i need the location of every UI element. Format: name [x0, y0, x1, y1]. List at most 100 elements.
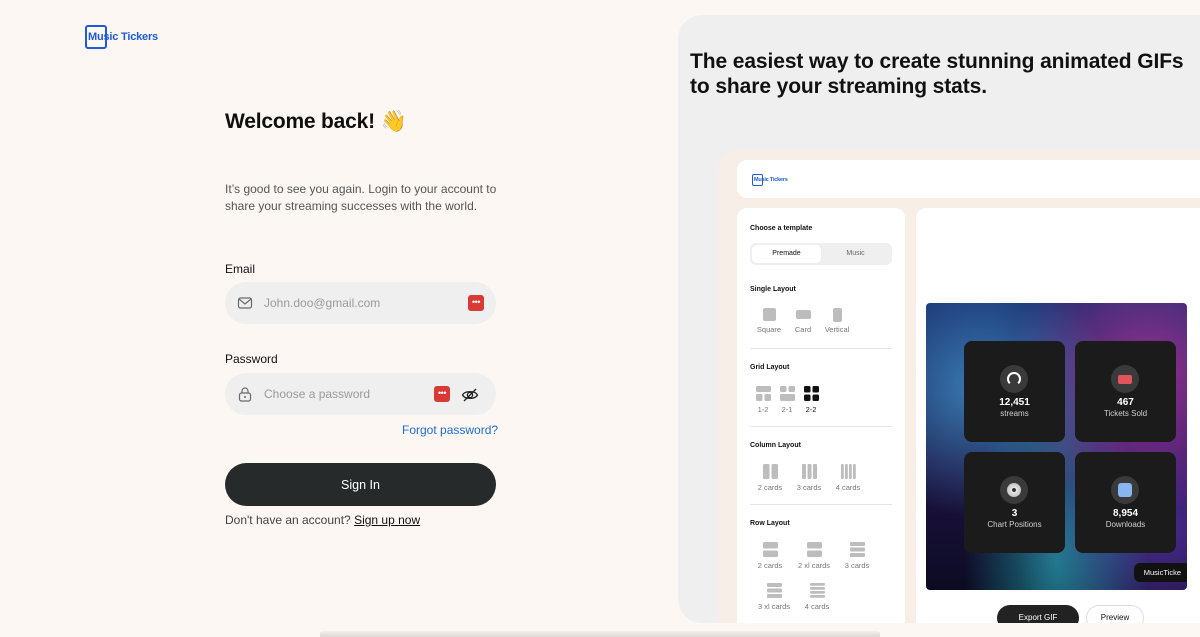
mockup-logo: Music Tickers	[752, 174, 792, 186]
stat-value: 467	[1117, 397, 1134, 408]
divider	[750, 348, 892, 349]
no-account-text: Don't have an account?	[225, 513, 351, 527]
stat-caption: Downloads	[1105, 520, 1146, 529]
option-label: 2-2	[805, 405, 817, 414]
option-label: 3 xl cards	[757, 602, 791, 611]
column-layout-heading: Column Layout	[750, 442, 801, 449]
option-label: 4 cards	[804, 602, 830, 611]
grid-layout-heading: Grid Layout	[750, 364, 790, 371]
bottom-edge-shadow	[320, 631, 880, 637]
stat-caption: streams	[1000, 409, 1029, 418]
disc-icon	[1000, 476, 1028, 504]
app-preview-mockup: Music Tickers Choose a template Premade …	[719, 150, 1200, 623]
option-label: 3 cards	[844, 561, 870, 570]
eye-off-icon[interactable]	[461, 386, 479, 404]
rows-4-icon	[809, 583, 825, 598]
layout-option-2-columns[interactable]: 2 cards	[754, 464, 786, 492]
row-layout-heading: Row Layout	[750, 520, 790, 527]
option-label: 1-2	[757, 405, 769, 414]
columns-4-icon	[840, 464, 856, 479]
promo-panel: The easiest way to create stunning anima…	[678, 15, 1200, 623]
promo-tagline: The easiest way to create stunning anima…	[690, 50, 1184, 98]
layout-option-3-xl-rows[interactable]: 3 xl cards	[754, 583, 794, 611]
password-label: Password	[225, 352, 278, 366]
stat-card-tickets: 467 Tickets Sold	[1075, 341, 1176, 442]
concert-background-image: 12,451 streams 467 Tickets Sold 3 Chart …	[926, 303, 1187, 590]
option-label: 2 cards	[757, 483, 783, 492]
rows-2-xl-icon	[806, 542, 822, 557]
preview-button[interactable]: Preview	[1086, 605, 1144, 623]
rows-3-icon	[849, 542, 865, 557]
rows-2-icon	[762, 542, 778, 557]
vertical-shape-icon	[832, 308, 842, 322]
stat-value: 3	[1011, 508, 1018, 519]
grid-2-2-icon	[803, 386, 819, 401]
card-shape-icon	[795, 310, 811, 319]
layout-option-vertical[interactable]: Vertical	[820, 308, 854, 334]
login-subtitle: It’s good to see you again. Login to you…	[225, 182, 497, 213]
option-label: 2 cards	[757, 561, 783, 570]
email-label: Email	[225, 262, 256, 276]
password-field-wrapper: •••	[225, 373, 496, 415]
divider	[750, 426, 892, 427]
option-label: 3 cards	[796, 483, 822, 492]
square-shape-icon	[762, 308, 776, 321]
tab-premade[interactable]: Premade	[752, 245, 821, 263]
columns-2-icon	[762, 464, 778, 479]
password-manager-icon[interactable]: •••	[434, 386, 450, 402]
layout-option-4-rows[interactable]: 4 cards	[801, 583, 833, 611]
template-tabs: Premade Music	[750, 243, 892, 265]
rows-3-xl-icon	[766, 583, 782, 598]
option-label: Vertical	[824, 325, 850, 334]
sign-in-button[interactable]: Sign In	[225, 463, 496, 506]
forgot-password-link[interactable]: Forgot password?	[402, 423, 498, 437]
stat-card-downloads: 8,954 Downloads	[1075, 452, 1176, 553]
gif-preview-pane: 12,451 streams 467 Tickets Sold 3 Chart …	[916, 208, 1200, 623]
watermark: MusicTicke	[1133, 563, 1187, 582]
download-icon	[1111, 476, 1139, 504]
mockup-logo-text: Music Tickers	[754, 177, 788, 183]
stat-caption: Chart Positions	[987, 520, 1042, 529]
layout-option-2-rows[interactable]: 2 cards	[754, 542, 786, 570]
brand-logo[interactable]: Music Tickers	[85, 25, 165, 49]
option-label: Card	[794, 325, 812, 334]
stat-card-chart-positions: 3 Chart Positions	[964, 452, 1065, 553]
option-label: 2 xl cards	[797, 561, 831, 570]
sign-up-link[interactable]: Sign up now	[354, 513, 420, 527]
layout-option-3-rows[interactable]: 3 cards	[841, 542, 873, 570]
stat-card-streams: 12,451 streams	[964, 341, 1065, 442]
grid-1-2-icon	[755, 386, 771, 401]
password-field[interactable]	[264, 373, 454, 415]
password-manager-icon[interactable]: •••	[468, 295, 484, 311]
template-sidebar: Choose a template Premade Music Single L…	[737, 208, 905, 623]
page-title: Welcome back! 👋	[225, 110, 407, 133]
logo-text: Music Tickers	[88, 31, 158, 43]
single-layout-heading: Single Layout	[750, 286, 796, 293]
option-label: 4 cards	[835, 483, 861, 492]
lock-icon	[238, 387, 252, 402]
email-field[interactable]	[264, 282, 454, 324]
stat-value: 8,954	[1112, 508, 1139, 519]
email-field-wrapper: •••	[225, 282, 496, 324]
layout-option-2-2[interactable]: 2-2	[802, 386, 820, 414]
layout-option-card[interactable]: Card	[791, 308, 815, 334]
tab-music[interactable]: Music	[821, 245, 890, 263]
choose-template-heading: Choose a template	[750, 225, 813, 232]
layout-option-2-1[interactable]: 2-1	[778, 386, 796, 414]
stat-value: 12,451	[999, 397, 1030, 408]
signup-prompt: Don't have an account? Sign up now	[225, 513, 420, 527]
layout-option-3-columns[interactable]: 3 cards	[793, 464, 825, 492]
option-label: 2-1	[781, 405, 793, 414]
grid-2-1-icon	[779, 386, 795, 401]
mockup-header: Music Tickers	[737, 160, 1200, 198]
layout-option-square[interactable]: Square	[754, 308, 784, 334]
option-label: Square	[756, 325, 782, 334]
export-gif-button[interactable]: Export GIF	[997, 605, 1079, 623]
layout-option-1-2[interactable]: 1-2	[754, 386, 772, 414]
headphones-icon	[1000, 365, 1028, 393]
layout-option-4-columns[interactable]: 4 cards	[832, 464, 864, 492]
columns-3-icon	[801, 464, 817, 479]
layout-option-2-xl-rows[interactable]: 2 xl cards	[794, 542, 834, 570]
mail-icon	[237, 297, 253, 309]
ticket-icon	[1111, 365, 1139, 393]
